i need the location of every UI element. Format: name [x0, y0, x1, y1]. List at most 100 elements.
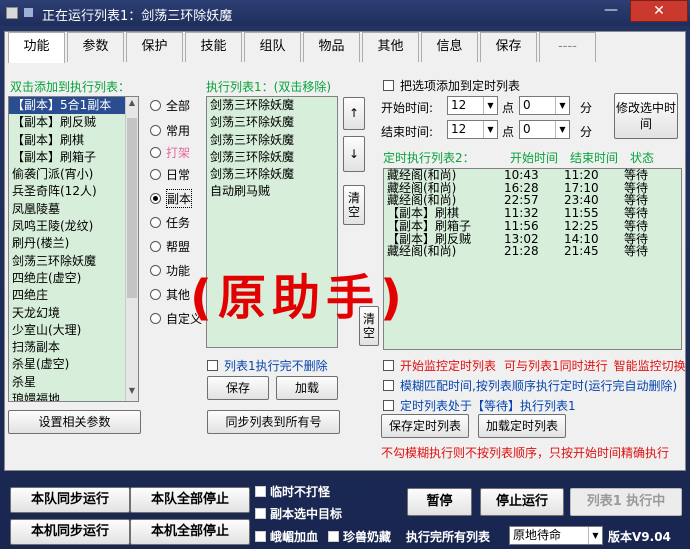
- tab-function[interactable]: 功能: [8, 32, 65, 63]
- start-minute-select[interactable]: 0 ▼: [519, 96, 570, 115]
- timer-list-empty-area[interactable]: [383, 262, 682, 350]
- exec-list-header: 执行列表1：(双击移除): [206, 80, 331, 94]
- radio-other[interactable]: 其他: [150, 285, 190, 303]
- list-item[interactable]: 偷袭门派(宵小): [9, 166, 138, 183]
- radio-fight[interactable]: 打架: [150, 143, 190, 161]
- list-item[interactable]: 【副本】刷棋: [9, 132, 138, 149]
- list-item[interactable]: 自动刷马贼: [207, 183, 337, 200]
- scroll-up-icon[interactable]: ▲: [127, 98, 137, 112]
- chevron-down-icon: ▼: [588, 527, 602, 544]
- dungeon-target-checkbox[interactable]: 副本选中目标: [255, 505, 342, 522]
- end-time-label: 结束时间:: [381, 125, 434, 139]
- after-action-select[interactable]: 原地待命 ▼: [509, 526, 603, 545]
- list-item[interactable]: 天龙幻境: [9, 305, 138, 322]
- list-item[interactable]: 【副本】刷箱子: [9, 149, 138, 166]
- list-item[interactable]: 杀星(虚空): [9, 356, 138, 373]
- radio-all[interactable]: 全部: [150, 96, 190, 114]
- radio-quest[interactable]: 任务: [150, 213, 190, 231]
- load-list-button[interactable]: 加载: [276, 376, 338, 400]
- wait-run-list1-checkbox[interactable]: 定时列表处于【等待】执行列表1: [383, 397, 576, 414]
- list-item[interactable]: 凤凰陵墓: [9, 201, 138, 218]
- list-item[interactable]: 四绝庄(虚空): [9, 270, 138, 287]
- settings-button[interactable]: 设置相关参数: [8, 410, 141, 434]
- list-item[interactable]: 剑荡三环除妖魔: [207, 114, 337, 131]
- list-item[interactable]: 刷丹(楼兰): [9, 235, 138, 252]
- list-item[interactable]: 剑荡三环除妖魔: [207, 132, 337, 149]
- pin-icon: [24, 8, 33, 17]
- table-row[interactable]: 【副本】刷箱子 11:56 12:25 等待: [384, 220, 681, 233]
- list-item[interactable]: 剑荡三环除妖魔: [9, 253, 138, 270]
- list-item[interactable]: 【副本】5合1副本: [9, 97, 138, 115]
- timer-list[interactable]: 藏经阁(和尚) 10:43 11:20 等待 藏经阁(和尚) 16:28 17:10 等待 …: [383, 168, 682, 263]
- team-sync-run-button[interactable]: 本队同步运行: [10, 487, 130, 513]
- tab-info[interactable]: 信息: [421, 32, 478, 62]
- local-stop-all-button[interactable]: 本机全部停止: [130, 519, 250, 545]
- radio-guild[interactable]: 帮盟: [150, 237, 190, 255]
- main-window: 正在运行列表1：剑荡三环除妖魔 — ✕ 功能 参数 保护 技能 组队 物品 其他…: [0, 0, 690, 549]
- minimize-button[interactable]: —: [600, 3, 622, 21]
- modify-time-button[interactable]: 修改选中时间: [614, 93, 678, 139]
- task-source-list[interactable]: 【副本】5合1副本 【副本】刷反贼 【副本】刷棋 【副本】刷箱子 偷袭门派(宵小…: [8, 96, 139, 402]
- monitor-note: 可与列表1同时进行: [504, 359, 608, 373]
- move-down-button[interactable]: ↓: [343, 136, 365, 172]
- tab-protect[interactable]: 保护: [126, 32, 183, 62]
- list-item[interactable]: 少室山(大理): [9, 322, 138, 339]
- table-row[interactable]: 藏经阁(和尚) 10:43 11:20 等待: [384, 169, 681, 182]
- point-label: 点: [502, 125, 515, 139]
- clear-exec-button[interactable]: 清空: [343, 185, 365, 225]
- table-row[interactable]: 【副本】刷棋 11:32 11:55 等待: [384, 207, 681, 220]
- radio-daily[interactable]: 日常: [150, 165, 190, 183]
- left-list-header: 双击添加到执行列表：: [10, 80, 131, 94]
- load-timer-button[interactable]: 加载定时列表: [478, 414, 566, 438]
- save-list-button[interactable]: 保存: [207, 376, 269, 400]
- pause-button[interactable]: 暂停: [407, 488, 472, 516]
- sync-list-button[interactable]: 同步列表到所有号: [207, 410, 340, 434]
- close-button[interactable]: ✕: [630, 0, 688, 22]
- end-hour-select[interactable]: 12 ▼: [447, 120, 498, 139]
- radio-common[interactable]: 常用: [150, 121, 190, 139]
- radio-function[interactable]: 功能: [150, 261, 190, 279]
- timer-list-header: 定时执行列表2：: [383, 151, 475, 165]
- after-list-label: 执行完所有列表: [406, 530, 491, 544]
- list-item[interactable]: 剑荡三环除妖魔: [207, 166, 337, 183]
- scroll-thumb[interactable]: [127, 118, 137, 298]
- chevron-down-icon: ▼: [555, 97, 569, 114]
- list-item[interactable]: 剑荡三环除妖魔: [207, 97, 337, 114]
- tab-team[interactable]: 组队: [244, 32, 301, 62]
- tab-disabled: ----: [539, 32, 596, 62]
- add-to-timer-checkbox[interactable]: 把选项添加到定时列表: [383, 77, 520, 94]
- list-item[interactable]: 【副本】刷反贼: [9, 114, 138, 131]
- tab-skills[interactable]: 技能: [185, 32, 242, 62]
- save-timer-button[interactable]: 保存定时列表: [381, 414, 469, 438]
- list-item[interactable]: 杀星: [9, 374, 138, 391]
- chevron-down-icon: ▼: [483, 97, 497, 114]
- list-item[interactable]: 剑荡三环除妖魔: [207, 149, 337, 166]
- pet-milk-checkbox[interactable]: 珍兽奶藏: [328, 528, 391, 545]
- list-item[interactable]: 四绝庄: [9, 287, 138, 304]
- list-item[interactable]: 兵圣奇阵(12人): [9, 183, 138, 200]
- tab-items[interactable]: 物品: [303, 32, 360, 62]
- table-row[interactable]: 藏经阁(和尚) 21:28 21:45 等待: [384, 245, 681, 258]
- list-item[interactable]: 琅嬛福地: [9, 391, 138, 401]
- watermark-text: (原助手): [190, 270, 408, 326]
- team-stop-all-button[interactable]: 本队全部停止: [130, 487, 250, 513]
- move-up-button[interactable]: ↑: [343, 97, 365, 130]
- peak-add-blood-checkbox[interactable]: 峨嵋加血: [255, 528, 318, 545]
- local-sync-run-button[interactable]: 本机同步运行: [10, 519, 130, 545]
- end-minute-select[interactable]: 0 ▼: [519, 120, 570, 139]
- start-hour-select[interactable]: 12 ▼: [447, 96, 498, 115]
- no-delete-checkbox[interactable]: 列表1执行完不删除: [207, 357, 328, 374]
- stop-run-button[interactable]: 停止运行: [480, 488, 564, 516]
- list-item[interactable]: 凤鸣王陵(龙纹): [9, 218, 138, 235]
- tab-save[interactable]: 保存: [480, 32, 537, 62]
- scroll-down-icon[interactable]: ▼: [127, 386, 137, 400]
- col-status-header: 状态: [630, 151, 655, 165]
- no-fight-checkbox[interactable]: 临时不打怪: [255, 483, 330, 500]
- tab-params[interactable]: 参数: [67, 32, 124, 62]
- list-item[interactable]: 扫荡副本: [9, 339, 138, 356]
- radio-dungeon[interactable]: 副本: [150, 188, 193, 208]
- tab-other[interactable]: 其他: [362, 32, 419, 62]
- fuzzy-match-checkbox[interactable]: 模糊匹配时间,按列表顺序执行定时(运行完自动删除): [383, 377, 677, 394]
- monitor-timer-checkbox[interactable]: 开始监控定时列表 可与列表1同时进行 智能监控切换: [383, 357, 686, 374]
- col-start-header: 开始时间: [510, 151, 559, 165]
